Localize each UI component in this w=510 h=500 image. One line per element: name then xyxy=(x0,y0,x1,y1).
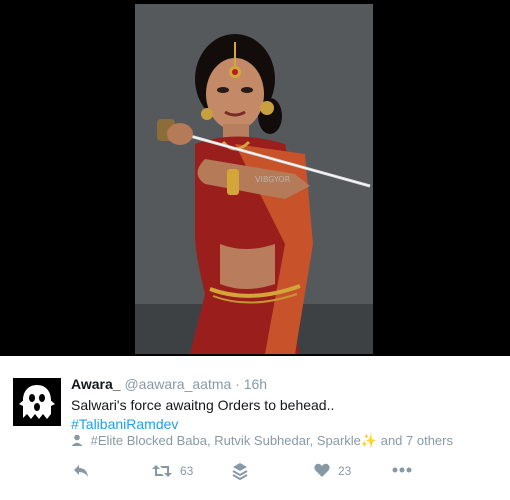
stack-button[interactable] xyxy=(232,462,248,480)
tweet-text: Salwari's force awaitng Orders to behead… xyxy=(71,397,335,413)
hashtag-link[interactable]: #TalibaniRamdev xyxy=(71,416,178,432)
person-icon xyxy=(71,434,83,446)
like-button[interactable]: 23 xyxy=(314,463,351,478)
tweet-actions: 63 23 xyxy=(0,460,510,484)
tweet-timestamp[interactable]: 16h xyxy=(244,376,267,392)
sparkle-emoji: ✨ xyxy=(360,433,378,448)
more-button[interactable] xyxy=(392,467,412,473)
context-names: #Elite Blocked Baba, Rutvik Subhedar, Sp… xyxy=(90,433,361,448)
author-handle[interactable]: @aawara_aatma xyxy=(124,376,231,392)
more-dots-icon xyxy=(392,467,412,473)
tweet-media[interactable]: VIBGYOR xyxy=(0,0,510,356)
retweet-icon xyxy=(152,465,172,477)
photo-illustration: VIBGYOR xyxy=(135,4,373,354)
ghost-icon xyxy=(19,385,55,419)
tweet-header: Awara_ @aawara_aatma · 16h xyxy=(71,376,267,392)
like-count: 23 xyxy=(338,463,352,478)
header-separator: · xyxy=(235,376,240,392)
tweet-photo[interactable]: VIBGYOR xyxy=(135,4,373,354)
reply-icon xyxy=(74,465,88,477)
retweet-button[interactable]: 63 xyxy=(152,463,193,479)
author-name[interactable]: Awara_ xyxy=(71,376,121,392)
tweet-context[interactable]: #Elite Blocked Baba, Rutvik Subhedar, Sp… xyxy=(71,433,453,449)
avatar[interactable] xyxy=(13,378,61,426)
layers-icon xyxy=(232,463,248,480)
retweet-count: 63 xyxy=(180,464,194,478)
photo-watermark: VIBGYOR xyxy=(255,175,291,184)
context-others: and 7 others xyxy=(380,433,453,448)
heart-icon xyxy=(314,463,330,477)
tweet-card[interactable]: Awara_ @aawara_aatma · 16h Salwari's for… xyxy=(0,356,510,500)
reply-button[interactable] xyxy=(73,464,89,478)
